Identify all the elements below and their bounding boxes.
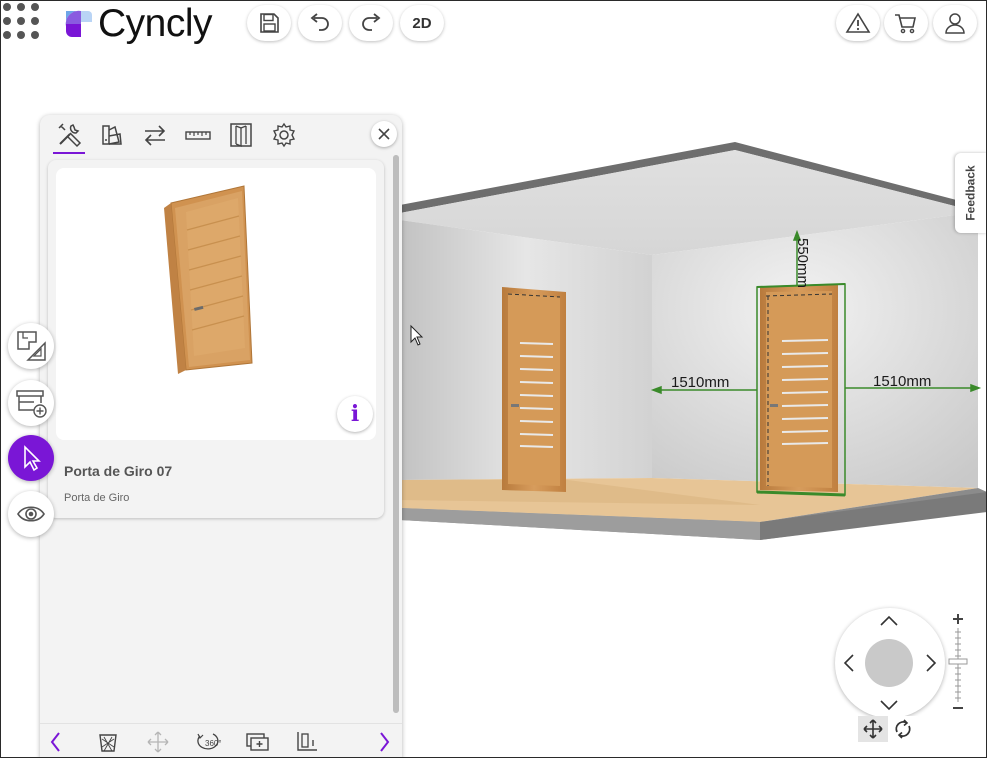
tools-icon (58, 123, 82, 148)
prev-button[interactable] (42, 730, 70, 754)
panel-scrollbar[interactable] (393, 155, 399, 713)
zoom-slider-handle[interactable] (948, 658, 968, 665)
visibility-button[interactable] (8, 491, 54, 537)
floorplan-button[interactable] (8, 323, 54, 369)
tab-materials[interactable] (94, 119, 130, 151)
save-icon (260, 13, 279, 33)
product-info-button[interactable]: i (337, 396, 373, 432)
svg-text:360°: 360° (205, 739, 221, 748)
door-selected[interactable] (756, 283, 846, 497)
dimension-right-label: 1510mm (873, 373, 931, 390)
nav-up-icon (880, 615, 898, 626)
feedback-tab[interactable]: Feedback (955, 153, 987, 233)
user-icon (945, 13, 965, 34)
door-icon (230, 123, 252, 147)
prev-chevron-icon (50, 732, 60, 752)
pan-mode-button[interactable] (858, 716, 888, 742)
next-button[interactable] (370, 730, 398, 754)
cart-button[interactable] (884, 5, 928, 41)
zoom-in-icon[interactable] (953, 614, 963, 624)
align-button[interactable] (294, 730, 322, 754)
visibility-eye-icon (17, 506, 45, 522)
undo-icon (310, 13, 329, 31)
product-title: Porta de Giro 07 (64, 463, 173, 479)
nav-down-button[interactable] (878, 694, 900, 716)
next-chevron-icon (380, 732, 390, 752)
nav-up-button[interactable] (878, 610, 900, 632)
apps-grid-icon[interactable] (3, 3, 43, 43)
zoom-slider[interactable] (948, 612, 968, 712)
app-logo[interactable]: Cyncly (64, 2, 213, 45)
select-pointer-icon (24, 445, 41, 472)
product-card[interactable]: i Porta de Giro 07 Porta de Giro (48, 160, 384, 518)
move-arrows-icon (147, 731, 169, 753)
cyncly-logo-icon (64, 9, 94, 39)
warning-icon (845, 12, 871, 33)
duplicate-icon (246, 733, 269, 751)
undo-button[interactable] (298, 5, 342, 41)
close-icon (378, 128, 390, 140)
product-panel: i Porta de Giro 07 Porta de Giro 360° (40, 115, 402, 758)
warnings-button[interactable] (836, 5, 880, 41)
duplicate-button[interactable] (244, 730, 272, 754)
dimension-left-label: 1510mm (671, 374, 729, 391)
redo-button[interactable] (349, 5, 393, 41)
rotate-360-icon: 360° (197, 733, 221, 750)
view-2d-button[interactable]: 2D (400, 5, 444, 41)
user-account-button[interactable] (933, 5, 977, 41)
nav-right-button[interactable] (920, 652, 942, 674)
delete-button[interactable] (94, 730, 122, 754)
navigation-joystick[interactable] (835, 608, 945, 718)
panel-tabs (40, 115, 402, 155)
panel-scrollbar-thumb[interactable] (393, 155, 399, 713)
nav-right-icon (926, 654, 937, 672)
nav-left-button[interactable] (838, 652, 860, 674)
pan-mode-icon (863, 719, 883, 739)
orbit-mode-button[interactable] (888, 716, 918, 742)
settings-gear-icon (272, 122, 296, 148)
product-thumbnail: i (56, 168, 376, 440)
app-name: Cyncly (98, 2, 213, 45)
close-panel-button[interactable] (371, 121, 397, 147)
tab-settings[interactable] (266, 119, 302, 151)
tab-openings[interactable] (223, 119, 259, 151)
add-furniture-icon (16, 390, 47, 418)
panel-body: i Porta de Giro 07 Porta de Giro (40, 155, 402, 723)
align-icon (297, 732, 317, 751)
floorplan-icon (17, 331, 46, 361)
select-tool-button[interactable] (8, 435, 54, 481)
dimension-height-label: 550mm (794, 238, 811, 288)
cart-icon (895, 14, 916, 34)
panel-footer-toolbar: 360° (40, 723, 402, 758)
delete-basket-icon (99, 734, 117, 752)
feedback-label: Feedback (964, 165, 979, 221)
door-thumbnail-image (164, 185, 253, 374)
navigation-joystick-knob[interactable] (865, 639, 913, 687)
materials-icon (102, 125, 122, 145)
orbit-mode-icon (895, 719, 911, 739)
nav-down-icon (880, 700, 898, 711)
door-left[interactable] (502, 287, 566, 492)
tab-measure[interactable] (180, 119, 216, 151)
add-furniture-button[interactable] (8, 380, 54, 426)
navigation-mode-toggle (858, 716, 918, 742)
tab-tools[interactable] (51, 119, 87, 154)
top-bar: Cyncly 2D (0, 0, 987, 48)
move-button[interactable] (144, 730, 172, 754)
save-button[interactable] (247, 5, 291, 41)
tab-swap[interactable] (137, 119, 173, 151)
redo-icon (362, 13, 381, 31)
rotate-360-button[interactable]: 360° (194, 730, 222, 754)
product-subtitle: Porta de Giro (64, 492, 130, 504)
swap-icon (144, 125, 166, 146)
nav-left-icon (843, 654, 854, 672)
ruler-icon (185, 131, 211, 140)
